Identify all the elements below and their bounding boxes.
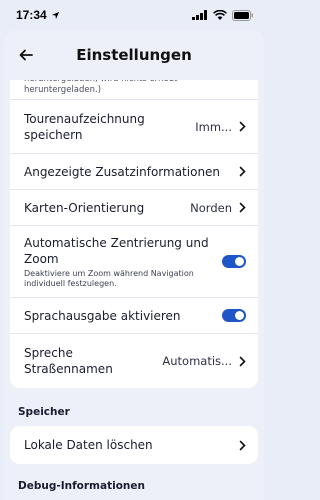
settings-card: heruntergeladen, wird nichts erneut heru… [10,80,258,388]
battery-icon [232,9,253,21]
section-title-debug: Debug-Informationen [18,480,145,492]
setting-label: Karten-Orientierung [24,200,145,215]
arrow-left-icon [19,49,33,61]
truncated-note: heruntergeladen, wird nichts erneut heru… [10,80,258,100]
setting-speak-street-names[interactable]: Spreche Straßennamen Automatis... [10,334,258,388]
setting-additional-info[interactable]: Angezeigte Zusatzinformationen [10,154,258,190]
setting-label: Sprachausgabe aktivieren [24,308,181,323]
setting-tour-recording[interactable]: Tourenaufzeichnung speichern Imm... [10,100,258,154]
auto-center-toggle[interactable] [222,255,246,268]
setting-label: Spreche Straßennamen [24,346,113,376]
wifi-icon [213,10,227,20]
setting-label: Angezeigte Zusatzinformationen [24,164,221,179]
chevron-right-icon [239,166,246,177]
chevron-right-icon [239,440,246,450]
setting-map-orientation[interactable]: Karten-Orientierung Norden [10,190,258,226]
chevron-right-icon [239,202,246,213]
setting-value: Norden [190,200,232,215]
setting-label: Tourenaufzeichnung speichern [24,111,145,142]
setting-description: Deaktiviere um Zoom während Navigation i… [24,268,194,288]
setting-label: Automatische Zentrierung und Zoom [24,235,209,266]
chevron-right-icon [239,121,246,132]
status-bar: 17:34 [0,0,268,30]
setting-auto-center-zoom: Automatische Zentrierung und Zoom Deakti… [10,226,258,298]
settings-sheet: Einstellungen heruntergeladen, wird nich… [4,30,264,500]
header: Einstellungen [4,30,264,80]
page-title: Einstellungen [76,46,192,64]
signal-icon [192,10,207,20]
setting-label: Lokale Daten löschen [24,438,153,452]
storage-card: Lokale Daten löschen [10,426,258,464]
status-time: 17:34 [16,8,47,22]
section-title-storage: Speicher [18,406,70,418]
setting-value: Imm... [195,119,232,134]
toggle-knob [235,311,244,320]
chevron-right-icon [239,356,246,366]
setting-value: Automatis... [162,354,232,368]
setting-voice-output: Sprachausgabe aktivieren [10,298,258,334]
setting-clear-local-data[interactable]: Lokale Daten löschen [10,426,258,464]
voice-output-toggle[interactable] [222,309,246,322]
location-arrow-icon [51,11,59,19]
back-button[interactable] [14,43,38,67]
toggle-knob [235,257,244,266]
